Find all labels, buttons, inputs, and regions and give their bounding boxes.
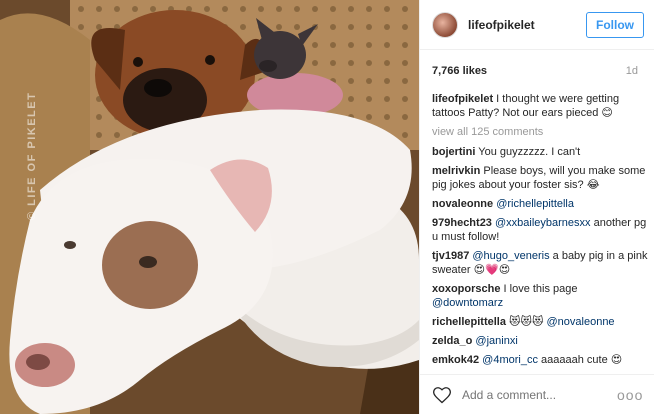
comment-username[interactable]: richellepittella — [432, 316, 506, 328]
comment-mention-link[interactable]: @downtomarz — [432, 297, 503, 309]
comment-list: lifeofpikelet I thought we were getting … — [432, 92, 648, 374]
comment-item: richellepittella 😻😻😻 @novaleonne — [432, 315, 648, 329]
comment-item: bojertini You guyzzzzz. I can't — [432, 145, 648, 159]
likes-count[interactable]: 7,766 likes — [432, 65, 487, 77]
comment-mention-link[interactable]: @4mori_cc — [482, 354, 538, 366]
more-options-button[interactable]: ooo — [617, 387, 643, 403]
comment-mention-link[interactable]: @novaleonne — [547, 316, 615, 328]
comment-username[interactable]: 979hecht23 — [432, 217, 492, 229]
comment-mention-link[interactable]: @xxbaileybarnesxx — [495, 217, 591, 229]
comment-text-tail: aaaaaah cute 😍 — [537, 354, 623, 366]
header-username[interactable]: lifeofpikelet — [468, 18, 586, 32]
comment-item: tjv1987 @hugo_veneris a baby pig in a pi… — [432, 249, 648, 277]
comment-item: 979hecht23 @xxbaileybarnesxx another pg … — [432, 216, 648, 244]
comment-mention-link[interactable]: @hugo_veneris — [472, 250, 549, 262]
comment-username[interactable]: emkok42 — [432, 354, 479, 366]
comment-username[interactable]: zelda_o — [432, 335, 472, 347]
comment-item: xoxoporsche I love this page @downtomarz — [432, 282, 648, 310]
comment-text: 😻😻😻 — [505, 316, 547, 328]
heart-icon[interactable] — [432, 385, 452, 405]
post-header: lifeofpikelet Follow — [420, 0, 654, 50]
comment-item: zelda_o @janinxi — [432, 334, 648, 348]
photo-watermark: © LIFE OF PIKELET — [26, 91, 38, 220]
post-side-panel: lifeofpikelet Follow 7,766 likes 1d life… — [419, 0, 654, 414]
comment-username[interactable]: tjv1987 — [432, 250, 469, 262]
comment-username[interactable]: melrivkin — [432, 165, 480, 177]
comment-text: I love this page — [500, 283, 578, 295]
comment-mention-link[interactable]: @janinxi — [475, 335, 517, 347]
post-photo[interactable]: © LIFE OF PIKELET — [0, 0, 419, 414]
comment-item: novaleonne @richellepittella — [432, 197, 648, 211]
post-meta: 7,766 likes 1d — [420, 50, 654, 92]
post-age[interactable]: 1d — [626, 65, 638, 77]
add-comment-input[interactable] — [462, 387, 617, 402]
photo-illustration — [0, 0, 419, 414]
post-modal: © LIFE OF PIKELET lifeofpikelet Follow 7… — [0, 0, 654, 414]
comment-username[interactable]: bojertini — [432, 146, 475, 158]
caption-username[interactable]: lifeofpikelet — [432, 93, 493, 105]
follow-button[interactable]: Follow — [586, 11, 644, 38]
comment-username[interactable]: novaleonne — [432, 198, 493, 210]
view-all-comments-link[interactable]: view all 125 comments — [432, 125, 648, 139]
comment-username[interactable]: xoxoporsche — [432, 283, 500, 295]
add-comment-bar: ooo — [420, 374, 654, 414]
avatar[interactable] — [432, 11, 458, 38]
comment-mention-link[interactable]: @richellepittella — [496, 198, 574, 210]
comment-text: You guyzzzzz. I can't — [475, 146, 581, 158]
caption: lifeofpikelet I thought we were getting … — [432, 92, 648, 120]
comment-item: melrivkin Please boys, will you make som… — [432, 164, 648, 192]
comment-item: emkok42 @4mori_cc aaaaaah cute 😍 — [432, 353, 648, 367]
